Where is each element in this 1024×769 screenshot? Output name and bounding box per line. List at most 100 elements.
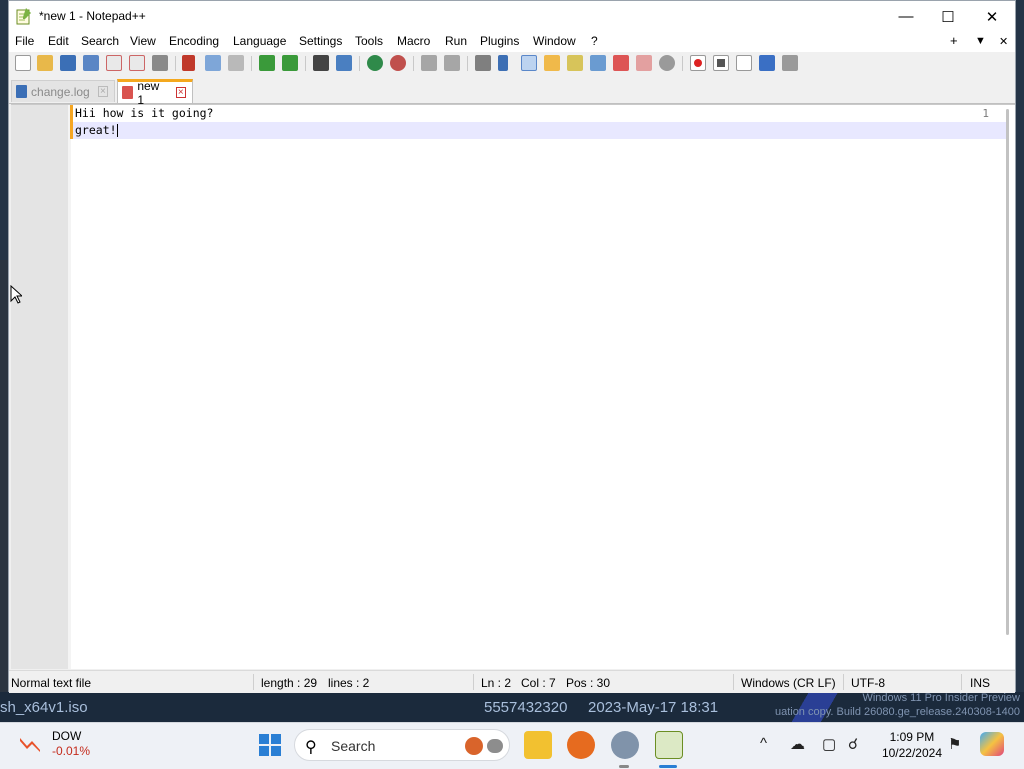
- line-number: 1: [982, 107, 989, 120]
- undo-icon[interactable]: [259, 55, 275, 71]
- run-macro-multiple-icon[interactable]: [759, 55, 775, 71]
- menu-tools[interactable]: Tools: [355, 34, 383, 48]
- function-list-icon[interactable]: [613, 55, 629, 71]
- zoom-out-icon[interactable]: [390, 55, 406, 71]
- menu-encoding[interactable]: Encoding: [169, 34, 219, 48]
- sync-horizontal-icon[interactable]: [444, 55, 460, 71]
- background-file-date: 2023-May-17 18:31: [588, 699, 719, 716]
- word-wrap-icon[interactable]: [475, 55, 491, 71]
- menu-plugins[interactable]: Plugins: [480, 34, 519, 48]
- menu-macro[interactable]: Macro: [397, 34, 430, 48]
- status-lines: lines : 2: [328, 676, 370, 690]
- show-all-chars-icon[interactable]: [498, 55, 508, 71]
- show-hidden-icons-icon[interactable]: ^: [760, 735, 767, 752]
- clock-time: 1:09 PM: [889, 730, 935, 744]
- code-line[interactable]: Hii how is it going?: [70, 105, 213, 122]
- code-line-text: great!: [75, 123, 117, 137]
- notepadpp-taskbar-icon[interactable]: [655, 731, 683, 759]
- maximize-button[interactable]: ☐: [925, 1, 971, 32]
- tab-close-icon[interactable]: ×: [175, 87, 186, 98]
- sync-vertical-icon[interactable]: [421, 55, 437, 71]
- folder-workspace-icon[interactable]: [636, 55, 652, 71]
- network-offline-icon[interactable]: ☁: [790, 735, 805, 753]
- line-number-gutter: [11, 105, 68, 669]
- stop-macro-icon[interactable]: [713, 55, 729, 71]
- toolbar-separator: [175, 56, 176, 71]
- notification-bell-icon[interactable]: ⚑: [948, 735, 961, 753]
- status-encoding[interactable]: UTF-8: [851, 676, 885, 690]
- fold-margin: [68, 105, 71, 669]
- status-insert-mode[interactable]: INS: [970, 676, 990, 690]
- save-icon[interactable]: [60, 55, 76, 71]
- menu-file[interactable]: File: [15, 34, 34, 48]
- new-file-icon[interactable]: [15, 55, 31, 71]
- close-all-icon[interactable]: [129, 55, 145, 71]
- background-file-name: sh_x64v1.iso: [0, 699, 88, 716]
- current-code-line[interactable]: great!: [70, 122, 1007, 139]
- menu-search[interactable]: Search: [81, 34, 119, 48]
- replace-icon[interactable]: [336, 55, 352, 71]
- taskbar-search[interactable]: ⚲ Search: [294, 729, 510, 761]
- editor-area[interactable]: 1 2 Hii how is it going? great!: [11, 104, 1015, 669]
- windows-start-icon[interactable]: [258, 733, 282, 757]
- tab-label: change.log: [31, 84, 90, 99]
- cut-icon[interactable]: [182, 55, 195, 71]
- windows-watermark: Windows 11 Pro Insider Preview uation co…: [775, 691, 1020, 719]
- clock-date: 10/22/2024: [881, 746, 942, 760]
- record-macro-icon[interactable]: [690, 55, 706, 71]
- toolbar-separator: [251, 56, 252, 71]
- firefox-icon[interactable]: [567, 731, 595, 759]
- notepadpp-window: *new 1 - Notepad++ — ☐ ✕ File Edit Searc…: [8, 0, 1016, 693]
- tab-list-dropdown[interactable]: ▼: [975, 35, 986, 47]
- file-explorer-icon[interactable]: [524, 731, 552, 759]
- status-line: Ln : 2: [481, 676, 512, 690]
- toolbar-separator: [467, 56, 468, 71]
- volume-muted-icon[interactable]: ☌: [848, 735, 858, 753]
- open-file-icon[interactable]: [37, 55, 53, 71]
- stock-change: -0.01%: [52, 744, 91, 758]
- redo-icon[interactable]: [282, 55, 298, 71]
- menu-run[interactable]: Run: [445, 34, 467, 48]
- document-list-icon[interactable]: [590, 55, 606, 71]
- close-tab-button[interactable]: ✕: [999, 35, 1008, 48]
- copilot-icon[interactable]: [980, 732, 1004, 756]
- doc-map-icon[interactable]: [567, 55, 583, 71]
- vertical-scrollbar[interactable]: [1006, 109, 1009, 635]
- menu-language[interactable]: Language: [233, 34, 286, 48]
- stock-widget[interactable]: DOW -0.01%: [52, 729, 90, 759]
- settings-icon[interactable]: [611, 731, 639, 759]
- new-tab-button[interactable]: +: [950, 33, 958, 48]
- menu-edit[interactable]: Edit: [48, 34, 69, 48]
- save-all-icon[interactable]: [83, 55, 99, 71]
- save-macro-icon[interactable]: [782, 55, 798, 71]
- menu-view[interactable]: View: [130, 34, 156, 48]
- display-icon[interactable]: ▢: [822, 735, 836, 753]
- tab-change-log[interactable]: change.log ×: [11, 80, 115, 102]
- lang-udl-icon[interactable]: [544, 55, 560, 71]
- play-macro-icon[interactable]: [736, 55, 752, 71]
- system-clock[interactable]: 1:09 PM 10/22/2024: [882, 729, 942, 761]
- copy-icon[interactable]: [205, 55, 221, 71]
- menu-bar: File Edit Search View Encoding Language …: [9, 32, 1015, 52]
- toolbar-separator: [305, 56, 306, 71]
- status-position: Pos : 30: [566, 676, 611, 690]
- stock-trend-icon: [20, 738, 40, 752]
- tab-new-1[interactable]: new 1 ×: [117, 79, 193, 107]
- menu-settings[interactable]: Settings: [299, 34, 342, 48]
- minimize-button[interactable]: —: [883, 1, 929, 32]
- search-highlight-icon: [465, 737, 483, 755]
- paste-icon[interactable]: [228, 55, 244, 71]
- find-icon[interactable]: [313, 55, 329, 71]
- close-button[interactable]: ✕: [969, 1, 1015, 32]
- menu-help[interactable]: ?: [591, 34, 598, 48]
- title-bar[interactable]: *new 1 - Notepad++ — ☐ ✕: [9, 1, 1015, 32]
- zoom-in-icon[interactable]: [367, 55, 383, 71]
- monitoring-icon[interactable]: [659, 55, 675, 71]
- tab-close-icon[interactable]: ×: [97, 86, 108, 97]
- status-eol[interactable]: Windows (CR LF): [741, 676, 836, 690]
- print-icon[interactable]: [152, 55, 168, 71]
- indent-guide-icon[interactable]: [521, 55, 537, 71]
- close-file-icon[interactable]: [106, 55, 122, 71]
- menu-window[interactable]: Window: [533, 34, 576, 48]
- minimize-icon: —: [898, 8, 914, 25]
